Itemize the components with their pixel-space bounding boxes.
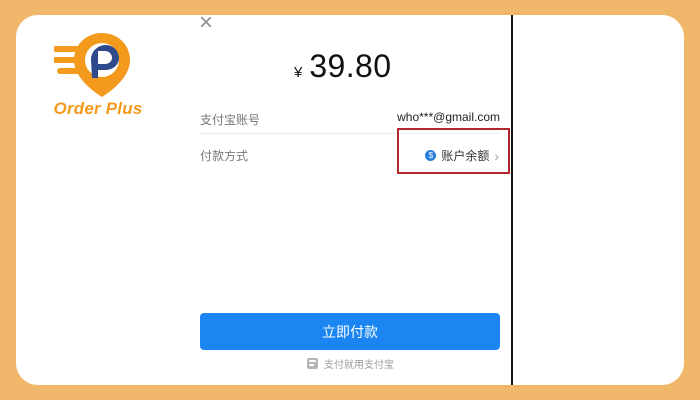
brand-name: Order Plus [53,99,143,118]
location-pin-icon [54,33,130,97]
payment-method-row[interactable]: 付款方式 $ 账户余额 › [200,147,500,171]
account-value: who***@gmail.com [397,110,500,124]
close-icon[interactable]: × [196,15,216,35]
balance-icon: $ [425,150,437,161]
payment-method-value[interactable]: $ 账户余额 › [425,147,499,164]
payment-method-label: 付款方式 [200,149,249,163]
alipay-icon [307,358,318,369]
payment-card: Order Plus × ¥ 39.80 支付宝账号 who***@gmail.… [16,15,684,385]
payment-amount: ¥ 39.80 [294,50,391,90]
order-plus-logo: Order Plus [36,29,160,125]
amount-value: 39.80 [309,48,392,84]
pay-now-button[interactable]: 立即付款 [200,313,500,350]
footer-note-text: 支付就用支付宝 [324,360,394,371]
chevron-right-icon: › [494,147,499,164]
currency-symbol: ¥ [294,64,303,81]
account-label: 支付宝账号 [200,113,261,127]
phone-divider [511,15,513,385]
payment-method-text: 账户余额 [441,149,490,163]
footer-note: 支付就用支付宝 [307,356,394,371]
